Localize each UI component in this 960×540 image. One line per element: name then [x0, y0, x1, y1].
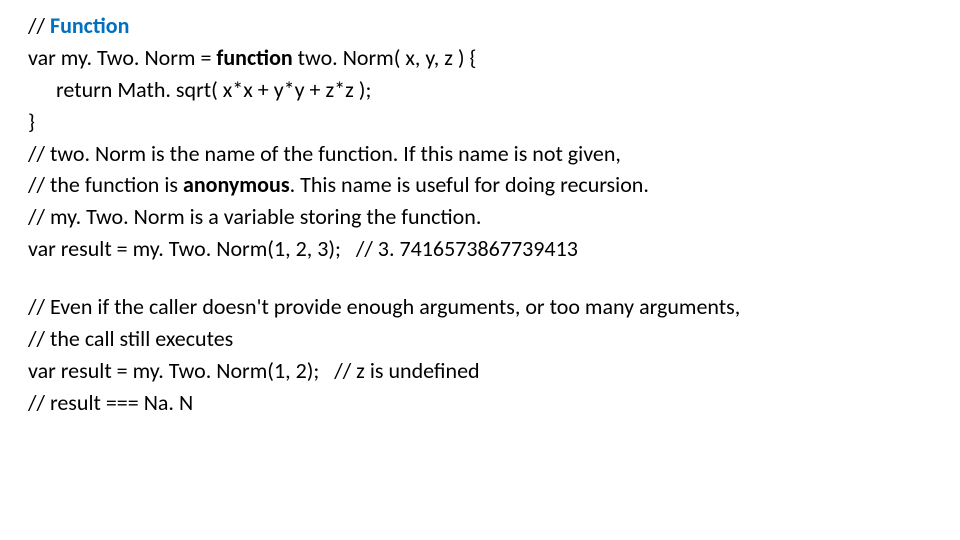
comment-text: // result === Na. N — [28, 389, 193, 416]
code-line-12: // result === Na. N — [28, 387, 932, 419]
comment-text: // Even if the caller doesn't provide en… — [28, 293, 740, 320]
comment-prefix: // — [28, 12, 50, 39]
code-line-11: var result = my. Two. Norm(1, 2); // z i… — [28, 355, 932, 387]
code-text: two. Norm( x, y, z ) { — [293, 44, 477, 71]
code-line-1: // Function — [28, 10, 932, 42]
code-text: } — [28, 108, 35, 135]
code-line-10: // the call still executes — [28, 323, 932, 355]
code-line-3: return Math. sqrt( x*x + y*y + z*z ); — [28, 74, 932, 106]
code-line-7: // my. Two. Norm is a variable storing t… — [28, 201, 932, 233]
blank-line — [28, 265, 932, 291]
comment-text: . This name is useful for doing recursio… — [290, 171, 649, 198]
comment-text: // the call still executes — [28, 325, 233, 352]
code-text: var result = my. Two. Norm(1, 2, 3); // … — [28, 235, 578, 262]
comment-text: // two. Norm is the name of the function… — [28, 140, 621, 167]
keyword-anonymous: anonymous — [183, 171, 290, 198]
comment-text: // the function is — [28, 171, 183, 198]
code-text: var result = my. Two. Norm(1, 2); // z i… — [28, 357, 480, 384]
code-line-6: // the function is anonymous. This name … — [28, 169, 932, 201]
keyword-function: function — [216, 44, 292, 71]
code-slide: // Function var my. Two. Norm = function… — [0, 0, 960, 419]
comment-text: // my. Two. Norm is a variable storing t… — [28, 203, 481, 230]
code-line-8: var result = my. Two. Norm(1, 2, 3); // … — [28, 233, 932, 265]
code-line-2: var my. Two. Norm = function two. Norm( … — [28, 42, 932, 74]
code-line-4: } — [28, 106, 932, 138]
code-text: return Math. sqrt( x*x + y*y + z*z ); — [56, 76, 371, 103]
code-line-5: // two. Norm is the name of the function… — [28, 138, 932, 170]
keyword-function-title: Function — [50, 12, 129, 39]
code-line-9: // Even if the caller doesn't provide en… — [28, 291, 932, 323]
code-text: var my. Two. Norm = — [28, 44, 216, 71]
